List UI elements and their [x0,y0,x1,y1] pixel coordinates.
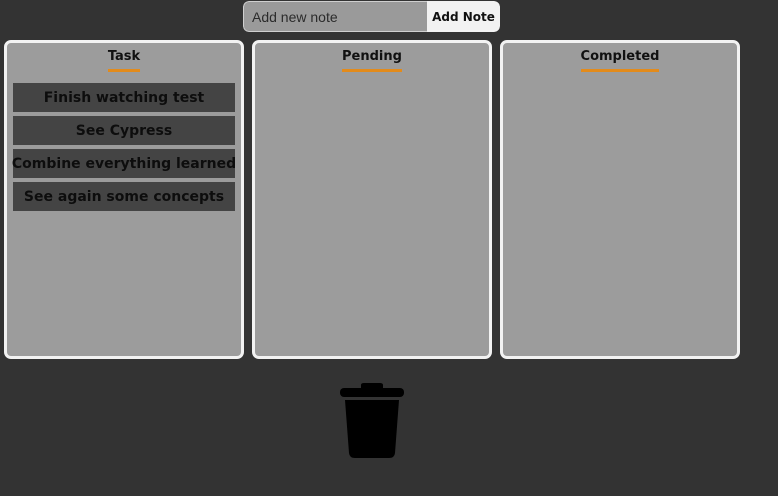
column-completed[interactable]: Completed [500,40,740,359]
task-card[interactable]: See Cypress [13,116,235,145]
trash-icon[interactable] [339,383,405,459]
column-title: Task [7,48,241,72]
add-note-button[interactable]: Add Note [427,1,500,32]
column-title-text: Completed [580,48,660,72]
task-card[interactable]: Finish watching test [13,83,235,112]
column-title: Completed [503,48,737,72]
column-pending[interactable]: Pending [252,40,492,359]
column-title-text: Task [107,48,141,72]
add-note-bar: Add Note [243,1,500,32]
column-title-text: Pending [342,48,402,72]
task-card[interactable]: See again some concepts [13,182,235,211]
kanban-board: Task Finish watching test See Cypress Co… [4,40,740,359]
column-task[interactable]: Task Finish watching test See Cypress Co… [4,40,244,359]
card-list: Finish watching test See Cypress Combine… [12,83,236,211]
task-card[interactable]: Combine everything learned [12,149,236,178]
new-note-input[interactable] [243,1,427,32]
column-title: Pending [255,48,489,72]
